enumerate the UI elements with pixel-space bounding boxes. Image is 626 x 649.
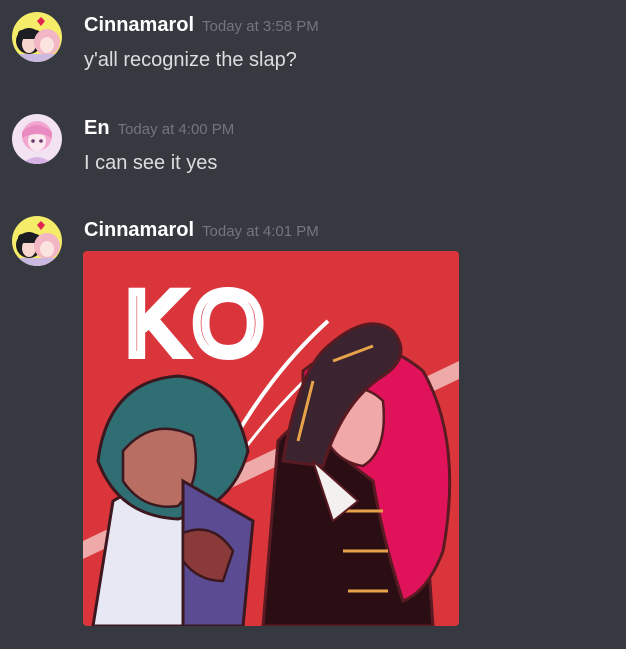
timestamp: Today at 4:01 PM: [202, 223, 319, 240]
username[interactable]: Cinnamarol: [84, 219, 194, 241]
timestamp: Today at 3:58 PM: [202, 18, 319, 35]
image-attachment[interactable]: KO: [83, 251, 459, 626]
username[interactable]: Cinnamarol: [84, 14, 194, 36]
username[interactable]: En: [84, 117, 110, 139]
avatar-cinnamarol[interactable]: [12, 12, 62, 62]
timestamp: Today at 4:00 PM: [117, 121, 235, 138]
message-text: y'all recognize the slap?: [84, 49, 297, 71]
ko-text: KO: [125, 273, 270, 375]
avatar-en[interactable]: [12, 114, 62, 164]
avatar-cinnamarol[interactable]: [12, 216, 62, 266]
message-text: I can see it yes: [84, 152, 218, 174]
